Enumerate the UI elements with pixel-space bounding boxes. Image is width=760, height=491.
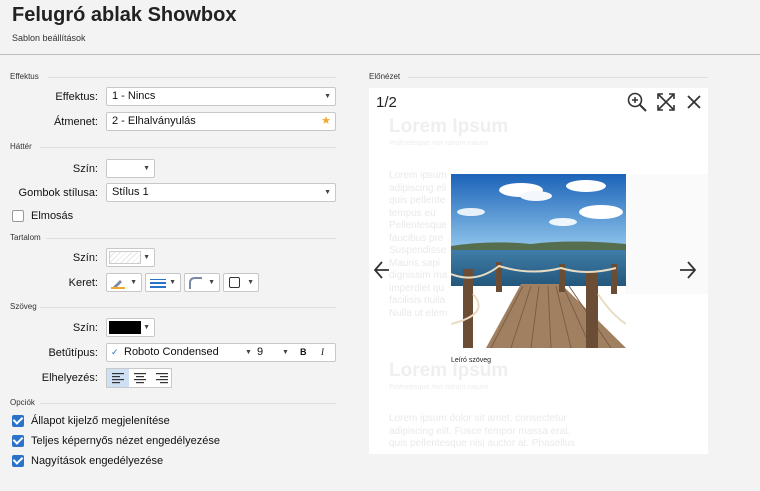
align-right-icon [156, 373, 168, 384]
align-center-icon [134, 373, 146, 384]
border-style-dropdown[interactable]: ▼ [223, 273, 259, 292]
align-center-button[interactable] [129, 369, 151, 387]
transition-label: Átmenet: [53, 116, 98, 128]
star-icon: ★ [321, 115, 331, 127]
section-effects: Effektus [10, 72, 39, 81]
chevron-down-icon: ▼ [208, 279, 215, 286]
section-preview: Előnézet [369, 72, 401, 81]
section-content: Tartalom [10, 233, 41, 242]
chevron-down-icon: ▼ [143, 165, 150, 172]
effect-select[interactable]: 1 - Nincs ▼ [106, 87, 336, 106]
text-color-picker[interactable]: ▼ [106, 318, 155, 337]
text-color-label: Szín: [72, 322, 98, 334]
chevron-down-icon: ▼ [130, 279, 137, 286]
arrow-right-icon[interactable] [678, 258, 698, 282]
bold-button[interactable]: B [300, 344, 307, 361]
background-color-picker[interactable]: ▼ [106, 159, 155, 178]
chevron-down-icon[interactable]: ▼ [282, 344, 289, 361]
check-icon: ✓ [111, 347, 119, 357]
black-swatch [109, 321, 141, 334]
content-color-picker[interactable]: ▼ [106, 248, 155, 267]
font-label: Betűtípus: [48, 347, 98, 359]
alignment-label: Elhelyezés: [41, 372, 98, 384]
chevron-down-icon[interactable]: ▼ [245, 344, 252, 361]
fullscreen-icon[interactable] [655, 91, 677, 113]
section-options: Opciók [10, 398, 35, 407]
fullscreen-checkbox[interactable] [12, 435, 24, 447]
transition-value: 2 - Elhalványulás [112, 115, 196, 127]
image-caption: Leíró szöveg [451, 357, 492, 364]
button-style-select[interactable]: Stílus 1 ▼ [106, 183, 336, 202]
transparent-swatch [109, 251, 141, 264]
section-divider [40, 307, 336, 308]
preview-image [451, 174, 626, 348]
zoom-in-icon[interactable] [626, 91, 648, 113]
section-divider [48, 77, 336, 78]
align-right-button[interactable] [151, 369, 173, 387]
close-icon[interactable] [683, 91, 705, 113]
align-left-button[interactable] [107, 369, 129, 387]
section-divider [408, 77, 708, 78]
pencil-icon [111, 280, 125, 289]
section-divider [40, 403, 336, 404]
status-indicator-label: Állapot kijelző megjelenítése [31, 415, 170, 427]
effect-value: 1 - Nincs [112, 90, 156, 102]
header-divider [0, 54, 760, 55]
align-left-icon [112, 373, 124, 384]
image-counter: 1/2 [376, 94, 397, 111]
border-color-dropdown[interactable]: ▼ [106, 273, 142, 292]
zoom-checkbox[interactable] [12, 455, 24, 467]
section-divider [40, 147, 336, 148]
arrow-left-icon[interactable] [373, 258, 393, 282]
zoom-label: Nagyítások engedélyezése [31, 455, 164, 467]
corner-icon [189, 277, 202, 289]
alignment-group [106, 368, 172, 388]
page-subtitle: Sablon beállítások [12, 33, 86, 43]
content-color-label: Szín: [72, 252, 98, 264]
font-size-value[interactable]: 9 [257, 344, 263, 361]
button-style-label: Gombok stílusa: [18, 187, 98, 199]
italic-button[interactable]: I [321, 344, 324, 361]
fullscreen-label: Teljes képernyős nézet engedélyezése [31, 435, 220, 447]
border-width-dropdown[interactable]: ▼ [145, 273, 181, 292]
preview-panel: Lorem Ipsum Pellentesque non rutrum maur… [369, 88, 708, 454]
chevron-down-icon: ▼ [169, 279, 176, 286]
line-width-icon [150, 279, 166, 288]
section-background: Háttér [10, 142, 32, 151]
chevron-down-icon: ▼ [143, 324, 150, 331]
border-box-icon [229, 277, 240, 288]
chevron-down-icon: ▼ [324, 189, 331, 196]
color-swatch [109, 162, 141, 175]
button-style-value: Stílus 1 [112, 186, 149, 198]
page-title: Felugró ablak Showbox [12, 4, 237, 26]
chevron-down-icon: ▼ [324, 93, 331, 100]
section-divider [46, 238, 336, 239]
background-color-label: Szín: [72, 163, 98, 175]
blur-checkbox[interactable] [12, 210, 24, 222]
blur-label: Elmosás [31, 210, 74, 222]
border-radius-dropdown[interactable]: ▼ [184, 273, 220, 292]
border-label: Keret: [68, 277, 98, 289]
font-toolbar: ✓ Roboto Condensed ▼ 9 ▼ B I [106, 343, 336, 362]
transition-select[interactable]: 2 - Elhalványulás ★ [106, 112, 336, 131]
font-family-value[interactable]: Roboto Condensed [124, 344, 219, 361]
effect-label: Effektus: [55, 91, 98, 103]
chevron-down-icon: ▼ [247, 279, 254, 286]
section-text: Szöveg [10, 302, 37, 311]
chevron-down-icon: ▼ [143, 254, 150, 261]
status-indicator-checkbox[interactable] [12, 415, 24, 427]
